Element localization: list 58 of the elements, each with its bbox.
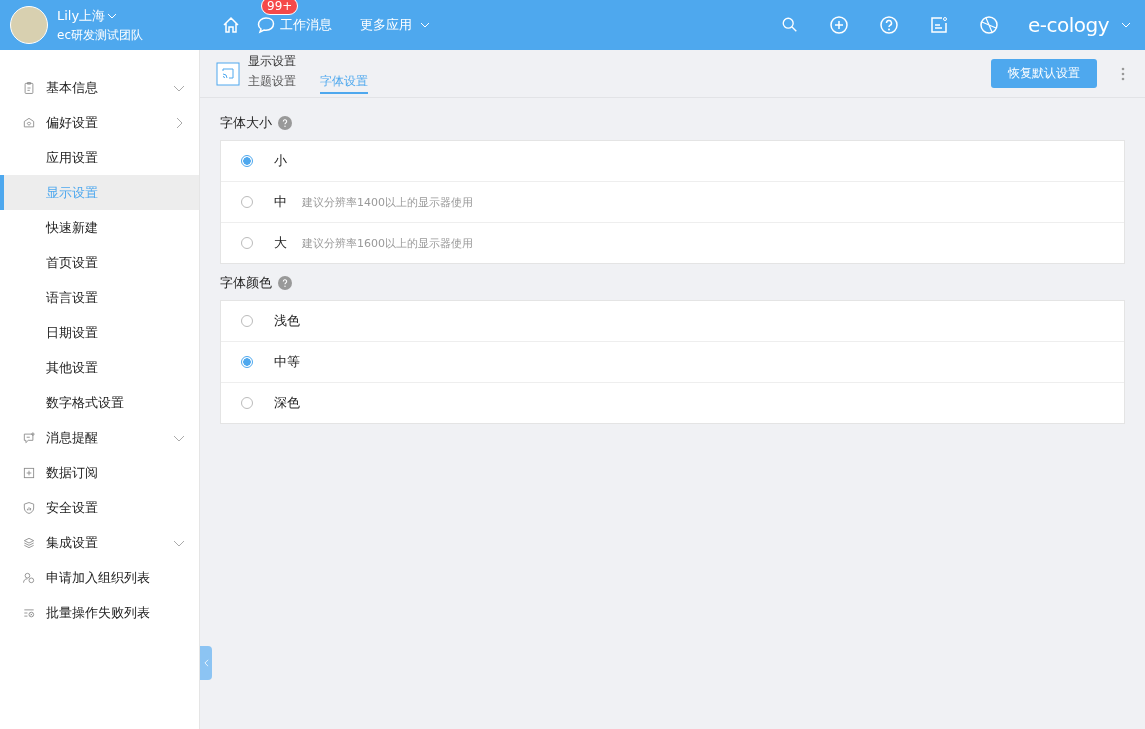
sidebar-item[interactable]: 申请加入组织列表	[0, 560, 199, 595]
option-label: 深色	[274, 394, 300, 412]
sidebar-item[interactable]: 批量操作失败列表	[0, 595, 199, 630]
sidebar-item[interactable]: 应用设置	[0, 140, 199, 175]
sidebar-item[interactable]: 语言设置	[0, 280, 199, 315]
radio-button[interactable]	[241, 155, 253, 167]
tab[interactable]: 主题设置	[248, 73, 296, 94]
option-hint: 建议分辨率1600以上的显示器使用	[302, 235, 473, 251]
menu-icon	[22, 465, 36, 480]
sidebar-item[interactable]: 消息提醒	[0, 420, 199, 455]
sidebar-item[interactable]: 集成设置	[0, 525, 199, 560]
option-label: 大	[274, 234, 287, 252]
screen-cast-icon	[216, 61, 240, 86]
option-label: 小	[274, 152, 287, 170]
sidebar-item[interactable]: 基本信息	[0, 70, 199, 105]
menu-icon	[22, 430, 36, 445]
help-icon[interactable]	[878, 15, 899, 35]
menu-icon	[22, 570, 36, 585]
help-icon[interactable]	[278, 116, 292, 130]
plus-circle-icon[interactable]	[828, 15, 849, 35]
option-label: 中等	[274, 353, 300, 371]
option-label: 中	[274, 193, 287, 211]
document-icon[interactable]	[928, 15, 949, 35]
chevron-down-icon[interactable]	[1121, 20, 1131, 30]
search-icon[interactable]	[780, 16, 799, 34]
chevron-left-icon	[203, 659, 209, 667]
home-icon[interactable]	[221, 15, 241, 35]
globe-icon[interactable]	[978, 15, 999, 35]
menu-icon	[22, 80, 36, 95]
section-title: 字体颜色	[220, 274, 272, 292]
help-icon[interactable]	[278, 276, 292, 290]
radio-button[interactable]	[241, 237, 253, 249]
sidebar-item[interactable]: 日期设置	[0, 315, 199, 350]
chevron-down-icon	[420, 20, 430, 30]
menu-icon	[22, 535, 36, 550]
collapse-handle[interactable]	[200, 646, 212, 680]
menu-icon	[22, 115, 36, 130]
more-options-icon[interactable]	[1121, 66, 1125, 81]
radio-button[interactable]	[241, 315, 253, 327]
section-title: 字体大小	[220, 114, 272, 132]
radio-button[interactable]	[241, 356, 253, 368]
sidebar-item[interactable]: 偏好设置	[0, 105, 199, 140]
option-label: 浅色	[274, 312, 300, 330]
menu-icon	[22, 500, 36, 515]
sidebar-item[interactable]: 其他设置	[0, 350, 199, 385]
sidebar-item[interactable]: 数字格式设置	[0, 385, 199, 420]
sidebar-item[interactable]: 数据订阅	[0, 455, 199, 490]
radio-button[interactable]	[241, 196, 253, 208]
sidebar-item[interactable]: 快速新建	[0, 210, 199, 245]
notification-badge: 99+	[261, 0, 299, 15]
page-title: 显示设置	[248, 53, 297, 70]
chat-bubble-icon[interactable]	[256, 15, 276, 35]
team-name: ec研发测试团队	[57, 26, 143, 44]
sidebar-item[interactable]: 安全设置	[0, 490, 199, 525]
radio-button[interactable]	[241, 397, 253, 409]
sidebar-item[interactable]: 首页设置	[0, 245, 199, 280]
option-hint: 建议分辨率1400以上的显示器使用	[302, 194, 473, 210]
avatar[interactable]	[10, 6, 48, 44]
